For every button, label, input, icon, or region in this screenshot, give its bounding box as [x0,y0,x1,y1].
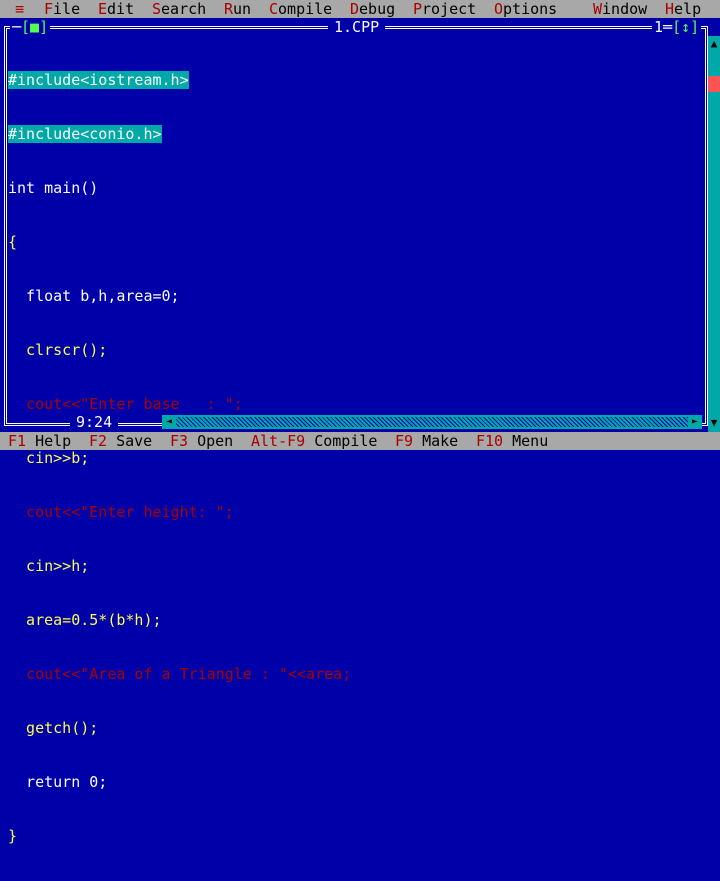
code-line: { [8,233,18,251]
cursor-position: 9:24 [70,413,119,431]
editor-window: ─[■] 1.CPP 1═[↕] ▲ ▼ #include<iostream.h… [0,18,720,845]
code-line: cin>>h; [8,557,90,575]
scroll-right-icon[interactable]: ► [688,415,702,429]
menu-file[interactable]: File [44,0,80,18]
code-line: cout<<"Enter height: "; [8,503,234,521]
menu-help[interactable]: Help [665,0,701,18]
status-item-menu[interactable]: F10 Menu [476,432,548,450]
code-line: clrscr(); [8,341,108,359]
code-line: getch(); [8,719,99,737]
window-bottom-row: 9:24 ◄ ► [0,413,720,431]
vertical-scrollbar[interactable]: ▲ ▼ [708,36,720,432]
system-menu-icon[interactable]: ≡ [15,0,24,18]
zoom-icon[interactable]: [↕] [672,18,699,36]
menu-window[interactable]: Window [593,0,647,18]
code-line: #include<conio.h> [8,125,162,143]
menu-run[interactable]: Run [224,0,251,18]
horizontal-scrollbar[interactable]: ◄ ► [162,415,702,429]
code-line: } [8,827,18,845]
close-icon[interactable]: [■] [21,18,48,36]
menu-compile[interactable]: Compile [269,0,332,18]
status-item-compile[interactable]: Alt-F9 Compile [251,432,377,450]
window-controls: 1═[↕] [652,18,702,36]
code-line: return 0; [8,773,108,791]
scroll-track[interactable] [176,417,688,427]
code-line: cout<<"Enter base : "; [8,395,243,413]
scroll-thumb[interactable] [708,76,720,92]
code-editor[interactable]: #include<iostream.h> #include<conio.h> i… [8,35,698,845]
code-line: cin>>b; [8,449,90,467]
menu-bar: ≡ File Edit Search Run Compile Debug Pro… [0,0,720,18]
status-bar: F1 Help F2 Save F3 Open Alt-F9 Compile F… [0,432,720,450]
code-line: int main() [8,179,99,197]
menu-search[interactable]: Search [152,0,206,18]
window-number: 1 [654,18,664,36]
window-title: 1.CPP [328,18,386,36]
code-line: cout<<"Area of a Triangle : "<<area; [8,665,352,683]
close-box[interactable]: ─[■] [10,18,51,36]
code-line: area=0.5*(b*h); [8,611,162,629]
status-item-help[interactable]: F1 Help [8,432,71,450]
scroll-up-icon[interactable]: ▲ [708,36,720,52]
status-item-save[interactable]: F2 Save [89,432,152,450]
menu-edit[interactable]: Edit [98,0,134,18]
code-line: #include<iostream.h> [8,71,189,89]
status-item-make[interactable]: F9 Make [395,432,458,450]
scroll-left-icon[interactable]: ◄ [162,415,176,429]
menu-project[interactable]: Project [413,0,476,18]
menu-options[interactable]: Options [494,0,557,18]
code-line: float b,h,area=0; [8,287,180,305]
status-item-open[interactable]: F3 Open [170,432,233,450]
menu-debug[interactable]: Debug [350,0,395,18]
